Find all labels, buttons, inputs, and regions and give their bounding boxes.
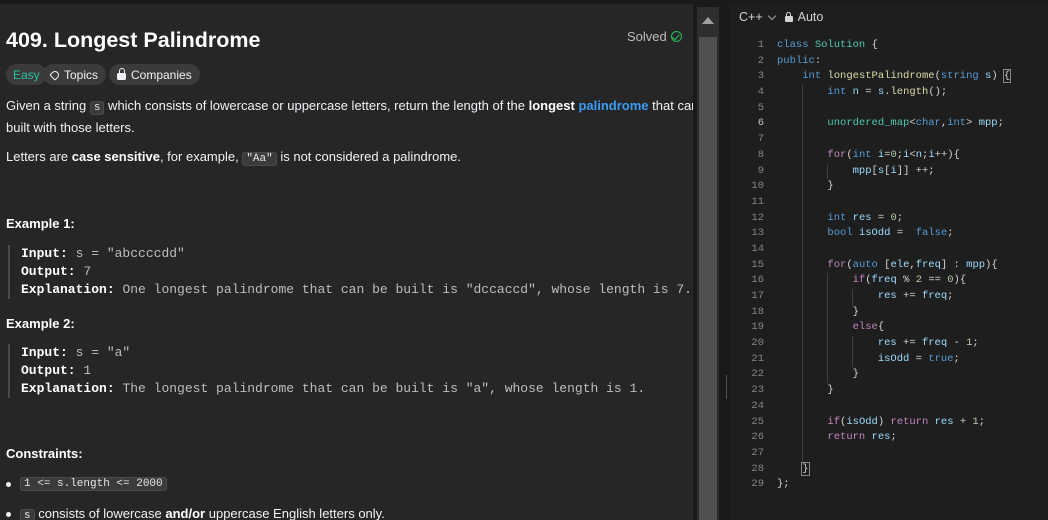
- solved-label: Solved: [627, 29, 667, 44]
- code-line: 15 for(auto [ele,freq] : mpp){: [730, 257, 1048, 274]
- code-line: 16 if(freq % 2 == 0){: [730, 273, 1048, 289]
- companies-button[interactable]: Companies: [109, 64, 200, 85]
- code-line: 21 isOdd = true;: [730, 351, 1048, 368]
- code-line: 4 int n = s.length();: [730, 85, 1048, 101]
- language-label: C++: [739, 10, 763, 24]
- code-editor-panel: C++ Auto 1 class Solution { 2 public: 3 in…: [730, 4, 1048, 520]
- code-line: 11: [730, 194, 1048, 211]
- code-line: 19 else{: [730, 320, 1048, 337]
- code-line: 14: [730, 241, 1048, 258]
- code-line: 24: [730, 398, 1048, 415]
- description-scrollbar[interactable]: [697, 7, 719, 520]
- code-line: 20 res += freq - 1;: [730, 336, 1048, 352]
- code-line: 2 public:: [757, 54, 822, 67]
- constraint-item-2: s consists of lowercase and/or uppercase…: [6, 506, 385, 520]
- mode-label: Auto: [797, 10, 824, 24]
- problem-title: 409. Longest Palindrome: [6, 28, 261, 52]
- code-line: 23 }: [730, 383, 1048, 399]
- inline-code: "Aa": [242, 152, 277, 166]
- problem-description-panel: 409. Longest Palindrome Solved Easy Topi…: [0, 4, 693, 520]
- example-2-block: Input: s = "a" Output: 1 Explanation: Th…: [8, 344, 645, 398]
- code-line: 1 class Solution {: [757, 39, 878, 51]
- code-area[interactable]: 1 class Solution { 2 public: 3 int longest…: [730, 38, 1048, 493]
- tag-icon: [49, 68, 61, 81]
- code-line: 9 mpp[s[i]] ++;: [730, 163, 1048, 180]
- code-line: 28 }: [751, 461, 810, 476]
- difficulty-badge: Easy: [6, 64, 47, 85]
- code-line: 13 bool isOdd = false;: [730, 226, 1048, 242]
- scroll-up-arrow-icon[interactable]: [702, 17, 714, 24]
- lock-icon: [117, 68, 126, 80]
- code-line: 18 }: [730, 304, 1048, 321]
- inline-code: s: [89, 101, 105, 115]
- example-2-heading: Example 2:: [6, 316, 75, 331]
- code-line: 6 unordered_map<char,int> mpp;: [730, 116, 1048, 133]
- panel-resize-divider[interactable]: [724, 0, 729, 520]
- scrollbar-thumb[interactable]: [699, 37, 717, 520]
- companies-label: Companies: [131, 67, 192, 82]
- code-line: 25 if(isOdd) return res + 1;: [730, 414, 1048, 431]
- check-circle-icon: [670, 31, 682, 42]
- code-line: 7: [730, 132, 1048, 148]
- code-line: 26 return res;: [730, 430, 1048, 446]
- difficulty-label: Easy: [13, 67, 40, 82]
- solved-status: Solved: [627, 29, 682, 44]
- auto-mode-toggle[interactable]: Auto: [784, 10, 824, 24]
- code-line: 5: [730, 100, 1048, 117]
- description-paragraph-2: Letters are case sensitive, for example,…: [6, 149, 462, 166]
- language-selector[interactable]: C++: [739, 10, 776, 24]
- resize-grip-icon[interactable]: [726, 375, 727, 399]
- code-line: 3 int longestPalindrome(string s) {: [757, 69, 1012, 84]
- code-line: 8 for(int i=0;i<n;i++){: [730, 147, 1048, 164]
- lock-icon: [784, 11, 793, 22]
- topics-button[interactable]: Topics: [43, 64, 107, 85]
- code-line: 22 }: [730, 367, 1048, 384]
- palindrome-link[interactable]: palindrome: [578, 98, 648, 113]
- editor-toolbar: C++ Auto: [730, 4, 1048, 30]
- example-1-heading: Example 1:: [6, 216, 75, 231]
- code-line: 12 int res = 0;: [730, 210, 1048, 227]
- chevron-down-icon: [767, 11, 776, 20]
- code-line: 10 }: [730, 179, 1048, 195]
- constraints-heading: Constraints:: [6, 446, 83, 461]
- code-line: 27: [730, 445, 1048, 462]
- example-1-block: Input: s = "abccccdd" Output: 7 Explanat…: [8, 245, 692, 299]
- description-paragraph-1: Given a string s which consists of lower…: [6, 98, 693, 135]
- code-line: 17 res += freq;: [730, 289, 1048, 305]
- code-line: 29};: [751, 478, 790, 491]
- topics-label: Topics: [64, 67, 99, 82]
- constraint-item-1: 1 <= s.length <= 2000: [6, 477, 167, 491]
